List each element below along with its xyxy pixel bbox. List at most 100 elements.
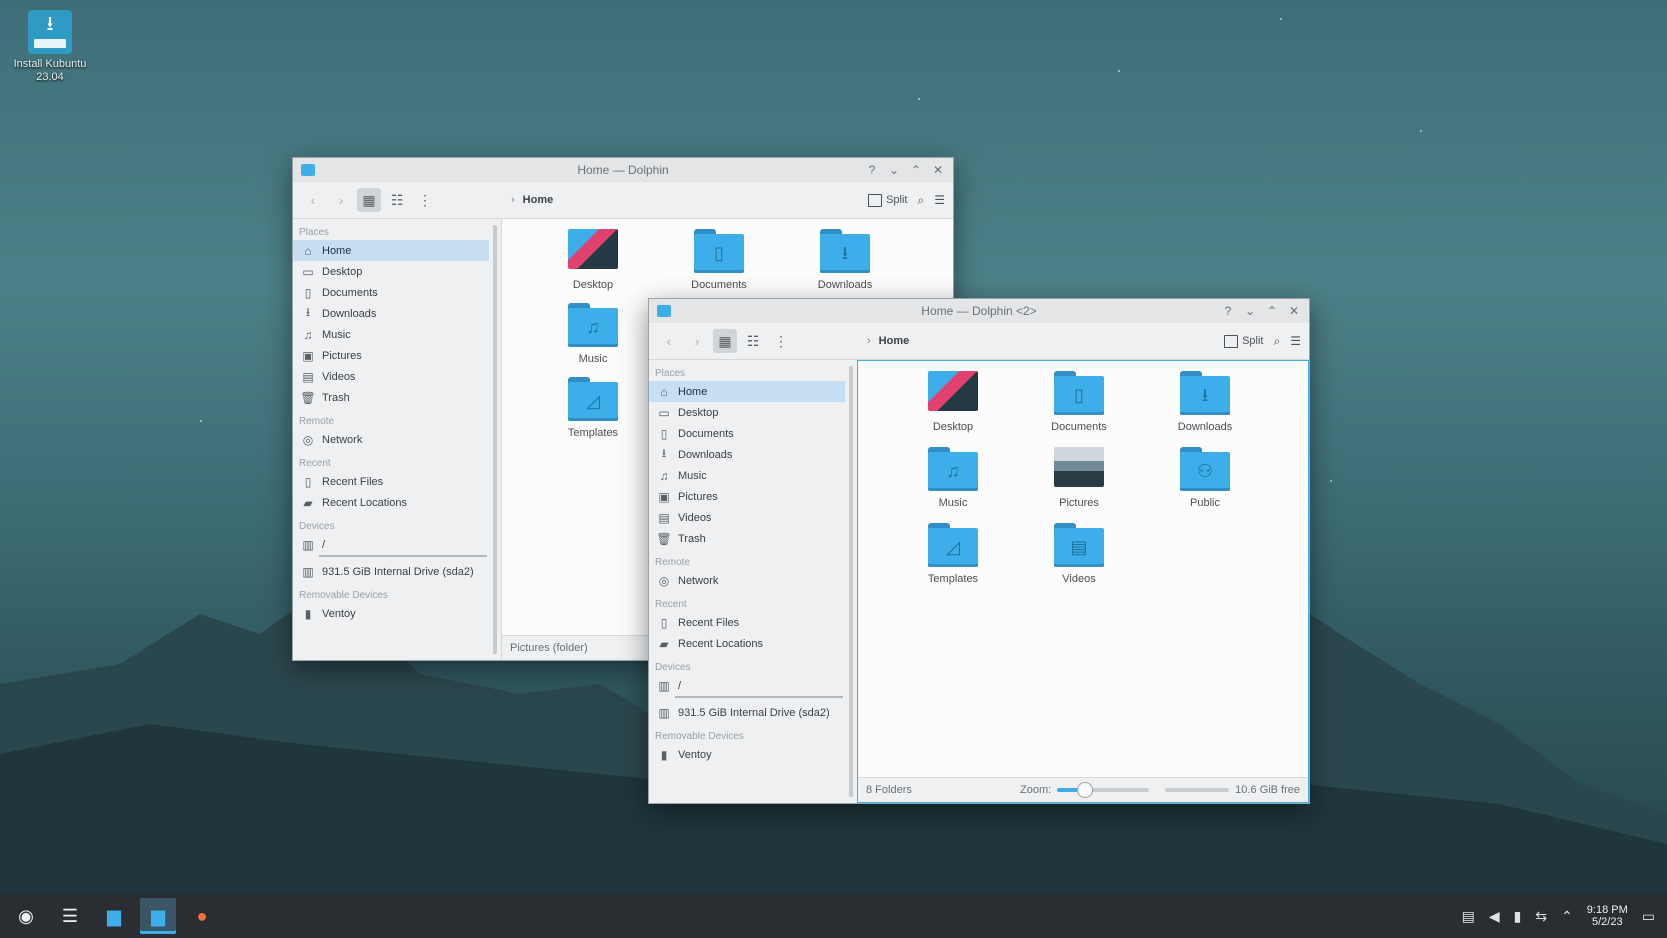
close-button[interactable]: ✕ (1287, 304, 1301, 318)
forward-button[interactable]: › (329, 188, 353, 212)
desktop-folder-icon (568, 229, 618, 269)
folder-templates[interactable]: ◿ Templates (890, 523, 1016, 585)
split-button[interactable]: Split (868, 193, 908, 207)
split-button[interactable]: Split (1224, 334, 1264, 348)
forward-button[interactable]: › (685, 329, 709, 353)
recent-locations-icon: ▰ (659, 636, 669, 651)
sidebar-scrollbar[interactable] (849, 366, 853, 797)
folder-public[interactable]: ⚇ Public (1142, 447, 1268, 509)
folder-downloads[interactable]: ⭳ Downloads (782, 229, 908, 291)
sidebar-item-label: Documents (322, 286, 378, 299)
hamburger-menu-icon[interactable]: ☰ (1290, 334, 1301, 348)
sidebar-item-pictures[interactable]: ▣ Pictures (649, 486, 845, 507)
sidebar-item-ventoy[interactable]: ▮ Ventoy (293, 603, 489, 624)
sidebar-item-root[interactable]: ▥ / (649, 675, 845, 696)
folder-downloads[interactable]: ⭳ Downloads (1142, 371, 1268, 433)
sidebar-item-desktop[interactable]: ▭ Desktop (649, 402, 845, 423)
folder-music[interactable]: ♫ Music (890, 447, 1016, 509)
sidebar-item-music[interactable]: ♫ Music (649, 465, 845, 486)
search-icon[interactable]: ⌕ (918, 193, 925, 208)
volume-icon[interactable]: ◀ (1489, 908, 1500, 925)
sidebar-item-home[interactable]: ⌂ Home (649, 381, 845, 402)
trash-icon: 🗑 (656, 531, 672, 546)
sidebar-item-documents[interactable]: ▯ Documents (293, 282, 489, 303)
sidebar-item-home[interactable]: ⌂ Home (293, 240, 489, 261)
breadcrumb-home[interactable]: Home (879, 335, 910, 347)
sidebar-item-music[interactable]: ♫ Music (293, 324, 489, 345)
sidebar-item-videos[interactable]: ▤ Videos (649, 507, 845, 528)
sidebar-item-downloads[interactable]: ⭳ Downloads (649, 444, 845, 465)
clock[interactable]: 9:18 PM 5/2/23 (1587, 904, 1628, 928)
folder-templates[interactable]: ◿ Templates (530, 377, 656, 439)
folder-documents[interactable]: ▯ Documents (656, 229, 782, 291)
sidebar-item-documents[interactable]: ▯ Documents (649, 423, 845, 444)
icons-view-button[interactable]: ▦ (357, 188, 381, 212)
help-button[interactable]: ? (865, 163, 879, 177)
chevron-up-icon[interactable]: ⌃ (1561, 908, 1573, 925)
sidebar-item-desktop[interactable]: ▭ Desktop (293, 261, 489, 282)
compact-view-button[interactable]: ☷ (741, 329, 765, 353)
videos-folder-icon: ▤ (1054, 523, 1104, 567)
maximize-button[interactable]: ⌃ (909, 163, 923, 177)
breadcrumb[interactable]: › Home (511, 194, 553, 206)
battery-icon[interactable]: ▮ (1514, 908, 1522, 925)
dolphin-launcher-icon[interactable]: ▆ (96, 898, 132, 934)
close-button[interactable]: ✕ (931, 163, 945, 177)
icons-view-button[interactable]: ▦ (713, 329, 737, 353)
clipboard-icon[interactable]: ▤ (1462, 908, 1475, 925)
sidebar-item-network[interactable]: ◎ Network (649, 570, 845, 591)
folder-desktop[interactable]: Desktop (530, 229, 656, 291)
show-desktop-icon[interactable]: ▭ (1642, 908, 1655, 925)
install-kubuntu-desktop-icon[interactable]: ⭳ Install Kubuntu 23.04 (8, 10, 92, 84)
sidebar-item-root[interactable]: ▥ / (293, 534, 489, 555)
sidebar-item-recent-locations[interactable]: ▰ Recent Locations (293, 492, 489, 513)
firefox-icon[interactable]: ● (184, 898, 220, 934)
sidebar-scrollbar[interactable] (493, 225, 497, 654)
back-button[interactable]: ‹ (657, 329, 681, 353)
sidebar-item-internal-drive[interactable]: ▥ 931.5 GiB Internal Drive (sda2) (649, 702, 845, 723)
folder-music[interactable]: ♫ Music (530, 303, 656, 365)
network-icon: ◎ (658, 573, 670, 588)
compact-view-button[interactable]: ☷ (385, 188, 409, 212)
dolphin-window-front[interactable]: Home — Dolphin <2> ? ⌄ ⌃ ✕ ‹ › ▦ ☷ ⋮ › H… (648, 298, 1310, 804)
minimize-button[interactable]: ⌄ (887, 163, 901, 177)
folder-documents[interactable]: ▯ Documents (1016, 371, 1142, 433)
details-view-button[interactable]: ⋮ (413, 188, 437, 212)
sidebar-item-trash[interactable]: 🗑 Trash (293, 387, 489, 408)
folder-desktop[interactable]: Desktop (890, 371, 1016, 433)
hamburger-menu-icon[interactable]: ☰ (934, 193, 945, 207)
sidebar-item-recent-locations[interactable]: ▰ Recent Locations (649, 633, 845, 654)
folder-pictures[interactable]: Pictures (1016, 447, 1142, 509)
sidebar-item-recent-files[interactable]: ▯ Recent Files (293, 471, 489, 492)
details-view-button[interactable]: ⋮ (769, 329, 793, 353)
application-launcher-icon[interactable]: ◉ (8, 898, 44, 934)
folder-label: Templates (567, 427, 619, 439)
sidebar-item-ventoy[interactable]: ▮ Ventoy (649, 744, 845, 765)
sidebar-item-pictures[interactable]: ▣ Pictures (293, 345, 489, 366)
sidebar-item-trash[interactable]: 🗑 Trash (649, 528, 845, 549)
sidebar-item-network[interactable]: ◎ Network (293, 429, 489, 450)
titlebar[interactable]: Home — Dolphin <2> ? ⌄ ⌃ ✕ (649, 299, 1309, 323)
breadcrumb-home[interactable]: Home (523, 194, 554, 206)
zoom-slider[interactable] (1057, 782, 1150, 798)
document-icon: ▯ (660, 426, 668, 441)
sidebar-item-internal-drive[interactable]: ▥ 931.5 GiB Internal Drive (sda2) (293, 561, 489, 582)
network-tray-icon[interactable]: ⇆ (1535, 908, 1547, 925)
sidebar-item-downloads[interactable]: ⭳ Downloads (293, 303, 489, 324)
harddisk-icon: ▥ (658, 705, 670, 720)
folder-videos[interactable]: ▤ Videos (1016, 523, 1142, 585)
sidebar-item-videos[interactable]: ▤ Videos (293, 366, 489, 387)
file-view[interactable]: Desktop ▯ Documents ⭳ Downloads ♫ Music Pic… (857, 360, 1309, 803)
sidebar-item-recent-files[interactable]: ▯ Recent Files (649, 612, 845, 633)
maximize-button[interactable]: ⌃ (1265, 304, 1279, 318)
dolphin-task-icon[interactable]: ▆ (140, 898, 176, 934)
section-removable: Removable Devices (655, 731, 744, 742)
split-label: Split (1242, 335, 1264, 347)
titlebar[interactable]: Home — Dolphin ? ⌄ ⌃ ✕ (293, 158, 953, 182)
help-button[interactable]: ? (1221, 304, 1235, 318)
breadcrumb[interactable]: › Home (867, 335, 909, 347)
search-icon[interactable]: ⌕ (1274, 334, 1281, 349)
back-button[interactable]: ‹ (301, 188, 325, 212)
pager-icon[interactable]: ☰ (52, 898, 88, 934)
minimize-button[interactable]: ⌄ (1243, 304, 1257, 318)
